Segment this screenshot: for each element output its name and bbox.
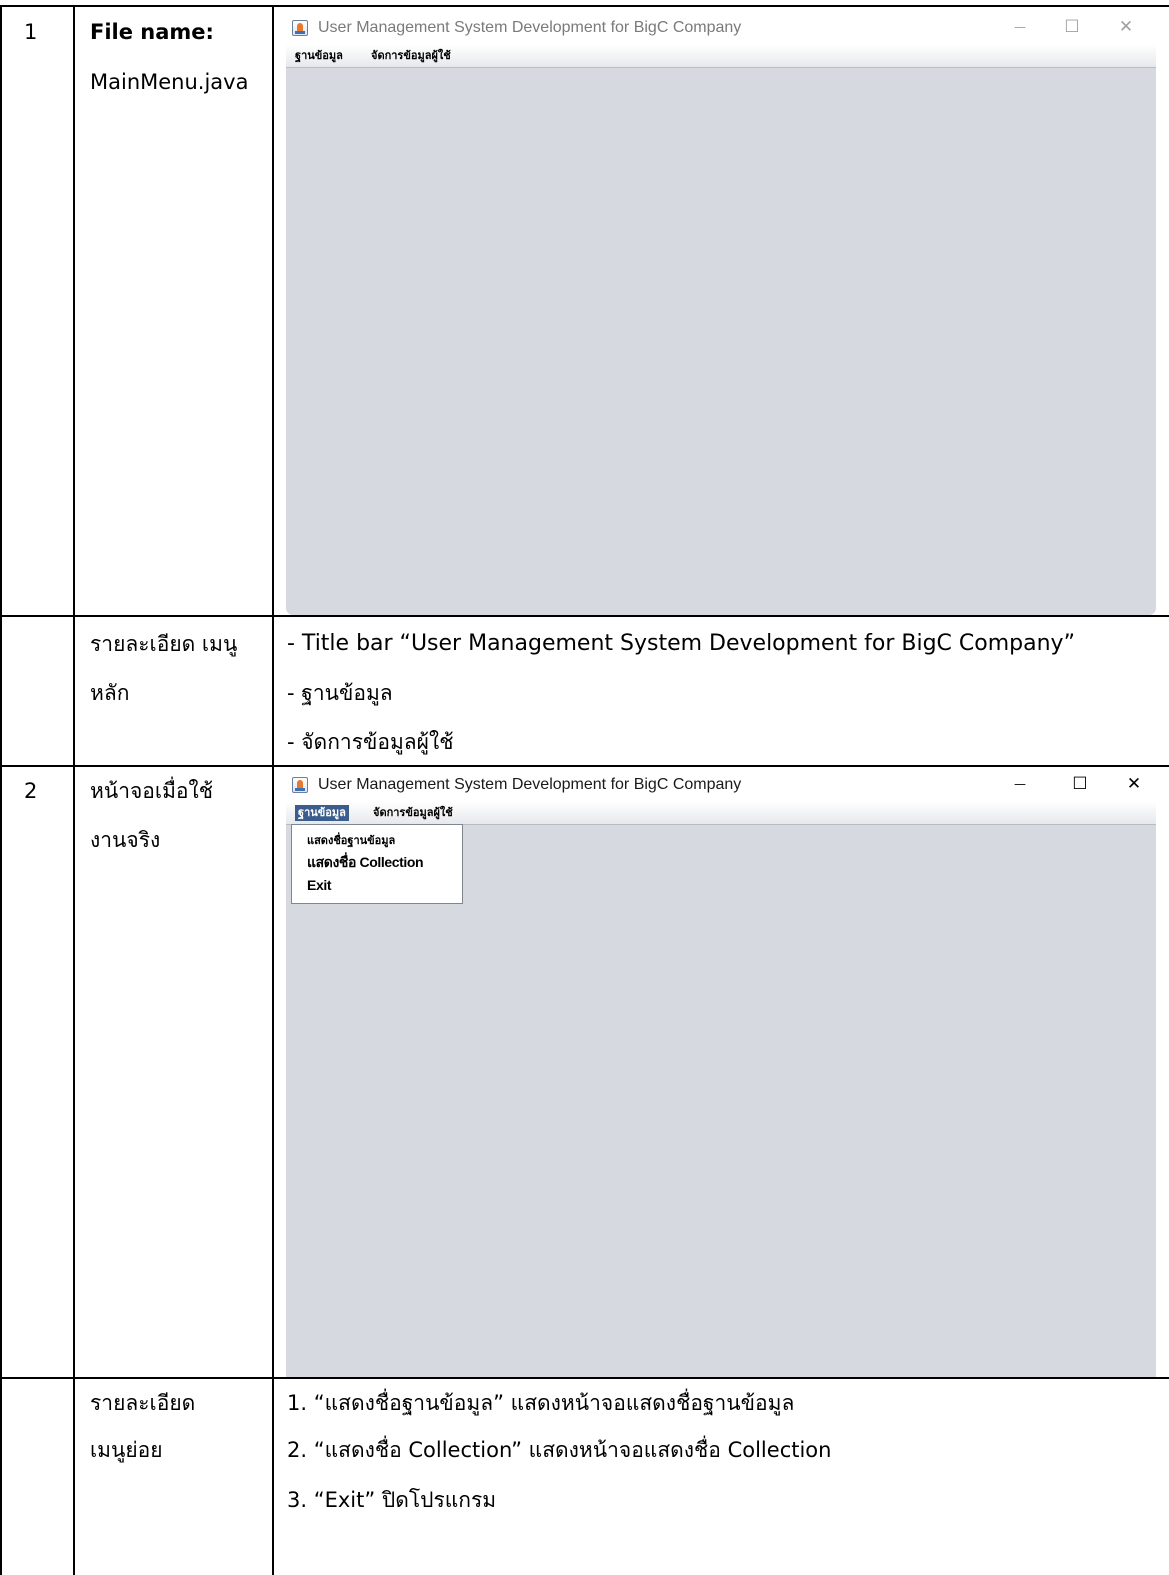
submenu-desc-line1: 1. “แสดงชื่อฐานข้อมูล” แสดงหน้าจอแสดงชื่… [287,1391,795,1415]
menu-manage-users[interactable]: จัดการข้อมูลผู้ใช้ [368,48,454,64]
close-icon[interactable]: ✕ [1114,772,1154,796]
java-app-icon [292,777,308,793]
main-menu-detail-label-line2: หลัก [90,681,130,705]
column-divider-2 [272,5,274,1575]
row-number: 1 [24,20,38,44]
app-window-screenshot: User Management System Development for B… [286,11,1156,615]
main-menu-desc-line1: - Title bar “User Management System Deve… [287,631,1075,656]
main-menu-desc-line3: - จัดการข้อมูลผู้ใช้ [287,730,454,754]
submenu-detail-label-line1: รายละเอียด [90,1391,196,1415]
submenu-detail-label-line2: เมนูย่อย [90,1438,163,1462]
close-icon[interactable]: ✕ [1106,15,1146,39]
row-divider-3 [0,1377,1169,1379]
table-border-left [0,5,2,1575]
file-name-label: File name: [90,20,214,44]
minimize-icon[interactable]: — [1000,772,1040,796]
menu-item-show-collection-name[interactable]: แสดงชื่อ Collection [307,852,424,872]
table-border-top [0,5,1169,7]
database-dropdown-menu: แสดงชื่อฐานข้อมูล แสดงชื่อ Collection Ex… [291,824,463,904]
runtime-screen-label-line2: งานจริง [90,828,161,852]
submenu-desc-line3: 3. “Exit” ปิดโปรแกรม [287,1488,497,1512]
menu-database[interactable]: ฐานข้อมูล [295,805,349,821]
menu-item-show-database-name[interactable]: แสดงชื่อฐานข้อมูล [307,831,395,851]
minimize-icon[interactable]: — [1000,15,1040,39]
column-divider-1 [73,5,75,1575]
row-divider-1 [0,615,1169,617]
runtime-screen-label-line1: หน้าจอเมื่อใช้ [90,779,214,803]
submenu-desc-line2: 2. “แสดงชื่อ Collection” แสดงหน้าจอแสดงช… [287,1438,832,1462]
file-name-value: MainMenu.java [90,70,249,94]
main-menu-desc-line2: - ฐานข้อมูล [287,681,393,705]
window-title: User Management System Development for B… [318,776,742,793]
window-title-bar: User Management System Development for B… [286,11,1156,45]
main-menu-detail-label-line1: รายละเอียด เมนู [90,632,238,656]
window-title-bar: User Management System Development for B… [286,768,1156,802]
menu-manage-users[interactable]: จัดการข้อมูลผู้ใช้ [370,805,456,821]
window-menu-bar: ฐานข้อมูล จัดการข้อมูลผู้ใช้ [286,802,1156,825]
java-app-icon [292,20,308,36]
window-menu-bar: ฐานข้อมูล จัดการข้อมูลผู้ใช้ [286,45,1156,68]
row-number: 2 [24,779,38,803]
maximize-icon[interactable]: ☐ [1052,15,1092,39]
menu-database[interactable]: ฐานข้อมูล [292,48,346,64]
row-divider-2 [0,765,1169,767]
app-window-screenshot-runtime: User Management System Development for B… [286,768,1156,1377]
window-title: User Management System Development for B… [318,19,742,36]
maximize-icon[interactable]: ☐ [1060,772,1100,796]
menu-item-exit[interactable]: Exit [307,875,331,895]
